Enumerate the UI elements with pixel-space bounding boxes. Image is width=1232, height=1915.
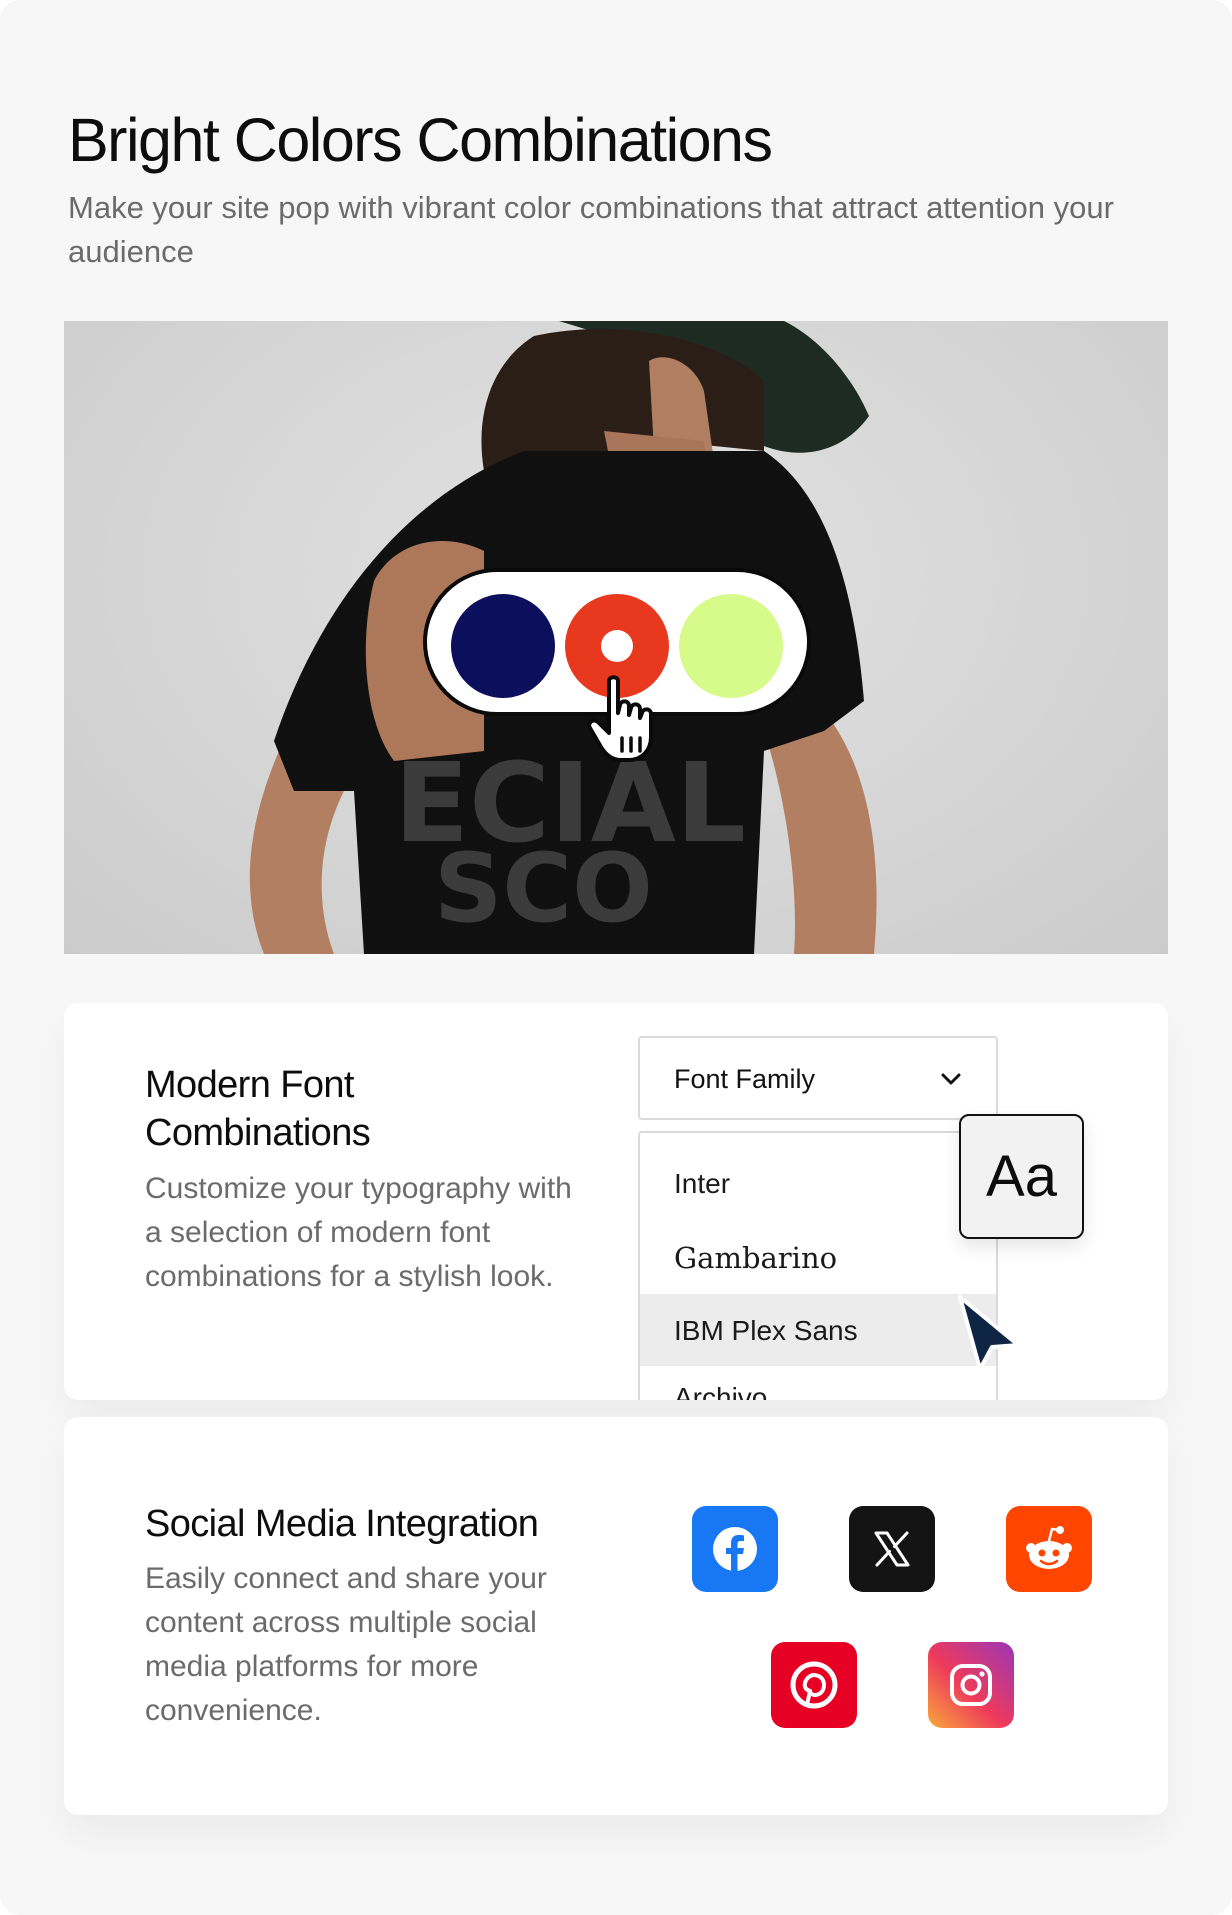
pinterest-icon[interactable] — [771, 1642, 857, 1728]
hand-pointer-icon — [587, 675, 653, 762]
font-card-description: Customize your typography with a selecti… — [145, 1172, 572, 1293]
pinterest-glyph — [790, 1661, 838, 1709]
svg-text:SCO: SCO — [434, 834, 653, 944]
instagram-glyph — [950, 1664, 992, 1706]
font-options-list: Inter Gambarino IBM Plex Sans Archivo — [638, 1131, 998, 1400]
color-swatch-lime[interactable] — [679, 594, 783, 698]
font-option-inter[interactable]: Inter — [640, 1147, 996, 1219]
font-option-label: Archivo — [674, 1382, 768, 1400]
font-card-title: Modern Font Combinations — [145, 1064, 371, 1154]
color-swatch-navy[interactable] — [451, 594, 555, 698]
font-combinations-card: Modern Font Combinations Customize your … — [64, 1003, 1168, 1400]
social-card-description: Easily connect and share your content ac… — [145, 1562, 547, 1727]
font-option-gambarino[interactable]: Gambarino — [640, 1220, 996, 1292]
font-option-ibm-plex-sans[interactable]: IBM Plex Sans — [640, 1294, 996, 1366]
arrow-cursor-icon — [958, 1295, 1020, 1371]
font-preview-badge: Aa — [959, 1114, 1084, 1239]
font-option-label: Gambarino — [674, 1241, 838, 1275]
font-family-select-label: Font Family — [674, 1064, 816, 1094]
reddit-icon[interactable] — [1006, 1506, 1092, 1592]
facebook-icon[interactable] — [692, 1506, 778, 1592]
font-option-archivo[interactable]: Archivo — [640, 1361, 996, 1400]
social-card-title: Social Media Integration — [145, 1503, 539, 1545]
page-title: Bright Colors Combinations — [68, 106, 773, 174]
x-twitter-icon[interactable] — [849, 1506, 935, 1592]
page-subtitle: Make your site pop with vibrant color co… — [68, 190, 1114, 269]
font-option-label: IBM Plex Sans — [674, 1315, 858, 1346]
x-glyph — [874, 1531, 910, 1567]
font-option-label: Inter — [674, 1168, 731, 1199]
font-family-select[interactable]: Font Family — [638, 1036, 998, 1120]
social-media-card: Social Media Integration Easily connect … — [64, 1417, 1168, 1815]
instagram-icon[interactable] — [928, 1642, 1014, 1728]
chevron-down-icon — [941, 1073, 961, 1085]
facebook-glyph — [713, 1527, 757, 1571]
reddit-glyph — [1026, 1526, 1072, 1569]
